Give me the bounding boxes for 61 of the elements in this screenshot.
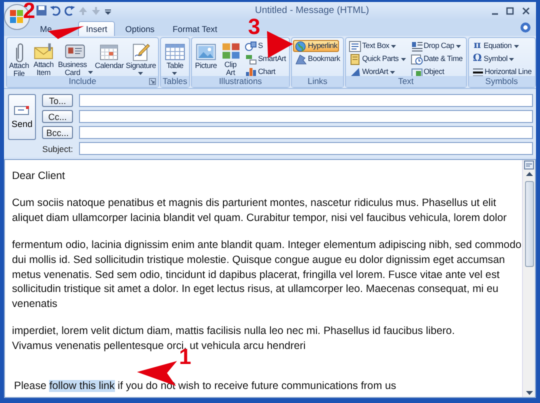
ribbon-tab[interactable]: Format Text — [164, 21, 226, 36]
down-arrow-icon — [91, 6, 101, 16]
body-text: imperdiet, lorem velit dictum diam, mattis facilisis nulla leo nec mi. Phasellus id faucibus libero. — [12, 324, 456, 339]
address-field[interactable] — [79, 110, 533, 123]
body-text: metus venenatis. Sed sem odio, tincidunt id dapibus placerat, fringilla vel lorem. Fusce vitae ante vel est — [12, 268, 501, 282]
group-label: Tables — [162, 76, 188, 87]
maximize-icon — [506, 6, 514, 14]
address-field[interactable] — [79, 94, 533, 107]
link[interactable]: follow this link — [49, 380, 115, 392]
minimize-icon — [492, 12, 498, 14]
clip-art-icon — [222, 42, 240, 60]
group-label: Symbols — [485, 76, 518, 87]
paperclip-icon — [15, 41, 24, 62]
save-icon — [36, 5, 47, 16]
globe-icon — [294, 40, 307, 52]
table-icon — [164, 43, 186, 60]
object-icon — [410, 66, 423, 78]
group-label: Text — [398, 76, 414, 87]
drop-cap-icon — [410, 40, 423, 52]
diagram-icon — [244, 54, 257, 64]
ribbon-tab[interactable]: Insert — [78, 21, 116, 36]
ribbon-tab[interactable]: Options — [117, 21, 163, 36]
scroll-down-icon — [526, 389, 532, 397]
body-text: Cum sociis natoque penatibus et magnis dis parturient montes, nascetur ridiculus mus. Phasellus ut elit — [12, 196, 498, 211]
scroll-up-icon — [526, 170, 532, 178]
body-text: aliquet diam ullamcorper lacinia blandit vel quam. Curabitur tempor, nisi vel faucibus vehicula, lorem dolor — [12, 210, 508, 226]
calendar-clock-icon — [410, 54, 423, 64]
help-icon — [520, 22, 531, 33]
business-card-icon — [65, 42, 86, 60]
address-button[interactable]: Cc... — [42, 110, 73, 123]
close-icon — [522, 6, 530, 14]
ribbon-tab[interactable]: Me — [38, 21, 76, 36]
group-label: Include — [68, 76, 96, 87]
body-text: Dear Client — [12, 169, 66, 184]
envelope-icon — [34, 42, 54, 60]
body-text: sollicitudin tristique sit amet a dolor. In eget lectus risus, at ullamcorper leo. Maecenas consequat, mi eu — [12, 282, 500, 297]
annotation-number: 3 — [248, 18, 260, 35]
calendar-icon — [100, 43, 119, 60]
body-text: venenatis — [12, 296, 58, 312]
window-title: Untitled - Message (HTML) — [254, 5, 370, 16]
address-button[interactable]: Bcc... — [42, 126, 73, 139]
picture-icon — [196, 43, 216, 60]
page-icon — [349, 54, 362, 64]
address-button[interactable]: To... — [42, 94, 73, 107]
scrollbar-thumb[interactable] — [524, 181, 534, 267]
body-text: fermentum odio, lacinia dignissim enim ante blandit quam. Integer elementum adipiscing nibh, sed commodo — [12, 238, 522, 253]
undo-icon — [50, 5, 61, 16]
envelope-icon — [14, 106, 30, 116]
subject-field[interactable] — [79, 142, 533, 155]
text-box-icon — [349, 40, 362, 52]
signature-icon — [131, 42, 150, 61]
group-label: Links — [308, 76, 328, 87]
group-label: Illustrations — [218, 76, 262, 87]
send-button[interactable]: Send — [8, 94, 36, 140]
address-field[interactable] — [79, 126, 533, 139]
redo-icon — [64, 5, 75, 16]
body-text: dui mollis id. Sed sollicitudin tristique molestie. Quisque congue augue eu dolor dignissim eget accumsan — [12, 252, 506, 268]
subject-label: Subject: — [42, 144, 73, 154]
annotation-number: 2 — [23, 2, 36, 19]
shapes-icon — [244, 40, 257, 52]
up-arrow-icon — [78, 6, 88, 16]
